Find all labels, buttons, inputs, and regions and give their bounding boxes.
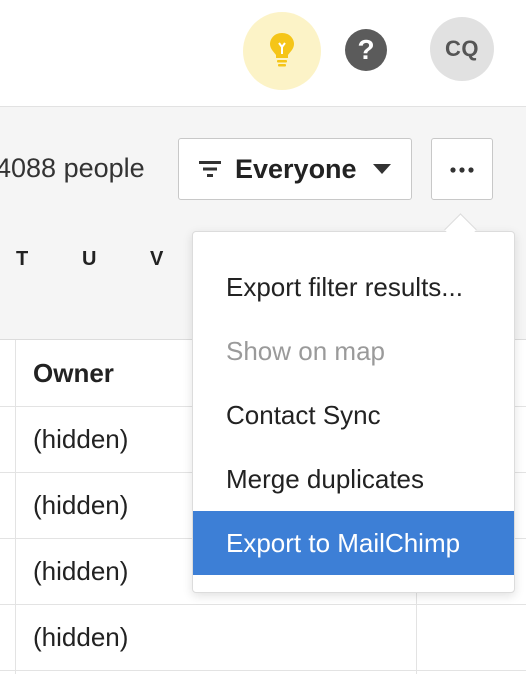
column-divider [15,340,16,674]
lightbulb-icon [268,31,296,72]
menu-item-merge-duplicates[interactable]: Merge duplicates [193,447,514,511]
alphabet-filter-v[interactable]: V [150,248,163,271]
menu-item-contact-sync[interactable]: Contact Sync [193,383,514,447]
table-cell-owner: (hidden) [33,622,129,652]
menu-item-export-to-mailchimp[interactable]: Export to MailChimp [193,511,514,575]
people-count: 4088 people [0,153,145,183]
avatar-initials: CQ [445,36,479,61]
lightbulb-button[interactable] [243,12,321,90]
filter-dropdown-button[interactable]: Everyone [178,138,412,200]
avatar[interactable]: CQ [430,17,494,81]
row-divider [0,670,526,671]
table-cell-owner: (hidden) [33,556,129,586]
alphabet-filter-u[interactable]: U [82,248,96,271]
more-options-button[interactable] [431,138,493,200]
help-button[interactable]: ? [345,29,387,71]
caret-down-icon [372,163,391,175]
ellipsis-icon [450,160,474,178]
filter-label: Everyone [235,153,357,184]
table-cell-owner: (hidden) [33,424,129,454]
filter-lines-icon [199,160,221,178]
help-icon: ? [357,34,375,65]
more-options-menu: Export filter results... Show on map Con… [192,231,515,593]
alphabet-filter-t[interactable]: T [16,248,28,271]
menu-item-show-on-map: Show on map [226,335,385,366]
column-header-owner[interactable]: Owner [33,358,114,389]
row-divider [0,604,526,605]
table-cell-owner: (hidden) [33,490,129,520]
menu-item-export-filter-results[interactable]: Export filter results... [193,255,514,319]
